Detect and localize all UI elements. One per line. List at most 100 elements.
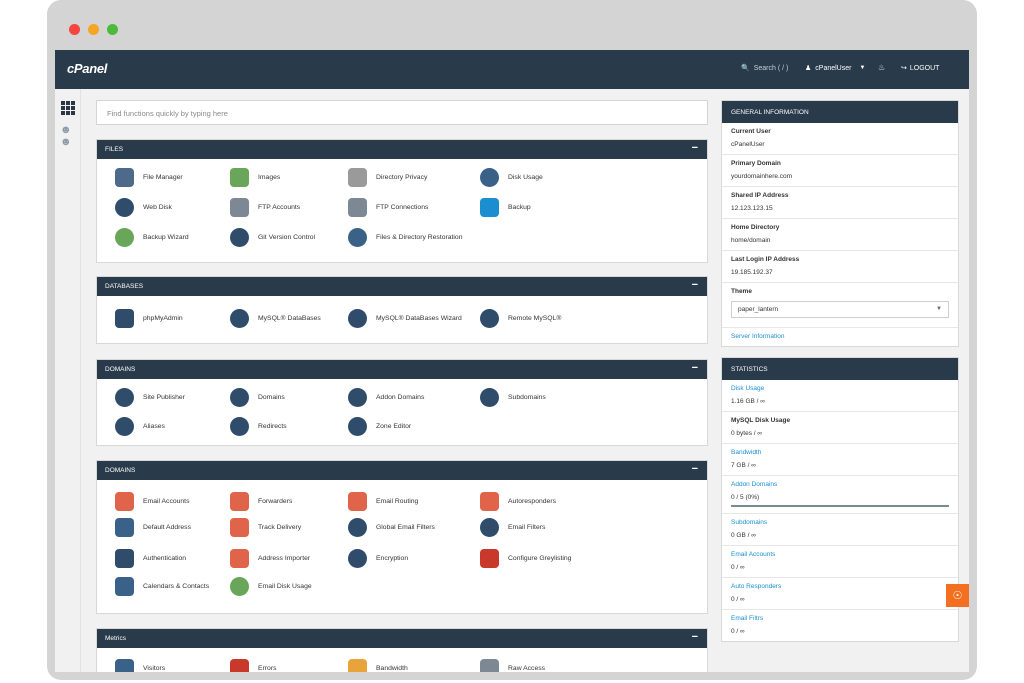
collapse-icon[interactable]: − — [692, 362, 698, 374]
tool-item[interactable]: File Manager — [115, 168, 183, 187]
statistic-label[interactable]: Disk Usage — [731, 385, 949, 392]
tool-item[interactable]: Files & Directory Restoration — [348, 228, 463, 247]
notifications-bell-icon[interactable]: ♨ — [878, 63, 885, 72]
zone-editor-icon — [348, 417, 367, 436]
tool-label: Web Disk — [143, 204, 172, 211]
tool-item[interactable]: Site Publisher — [115, 388, 185, 407]
tool-item[interactable]: Calendars & Contacts — [115, 577, 209, 596]
ftp-connections-icon — [348, 198, 367, 217]
tool-label: Images — [258, 174, 281, 181]
tool-item[interactable]: FTP Connections — [348, 198, 428, 217]
tool-item[interactable]: Email Accounts — [115, 492, 189, 511]
tool-item[interactable]: Raw Access — [480, 659, 545, 672]
tool-item[interactable]: Default Address — [115, 518, 191, 537]
tool-item[interactable]: Address Importer — [230, 549, 310, 568]
tool-item[interactable]: Disk Usage — [480, 168, 543, 187]
encryption-icon — [348, 549, 367, 568]
user-icon: ♟ — [805, 65, 812, 72]
collapse-icon[interactable]: − — [692, 463, 698, 475]
tool-item[interactable]: MySQL® DataBases Wizard — [348, 309, 462, 328]
help-lightbulb-button[interactable]: ☉ — [946, 584, 969, 607]
statistic-label[interactable]: Bandwidth — [731, 449, 949, 456]
tool-item[interactable]: FTP Accounts — [230, 198, 300, 217]
tool-item[interactable]: Global Email Filters — [348, 518, 435, 537]
email-routing-icon — [348, 492, 367, 511]
statistic-label[interactable]: Addon Domains — [731, 481, 949, 488]
collapse-icon[interactable]: − — [692, 631, 698, 643]
theme-select[interactable]: paper_lantern ▼ — [731, 301, 949, 318]
tool-item[interactable]: Encryption — [348, 549, 408, 568]
tool-item[interactable]: Images — [230, 168, 280, 187]
addon-domains-icon — [348, 388, 367, 407]
user-menu[interactable]: ♟ cPanelUser ▼ — [805, 64, 866, 73]
server-information-link[interactable]: Server Information — [731, 333, 949, 340]
tool-label: Global Email Filters — [376, 524, 435, 531]
tool-item[interactable]: Track Delivery — [230, 518, 301, 537]
cpanel-logo[interactable]: cPanel — [67, 61, 107, 76]
backup-icon — [480, 198, 499, 217]
tool-item[interactable]: Git Version Control — [230, 228, 315, 247]
tool-item[interactable]: MySQL® DataBases — [230, 309, 321, 328]
panel-databases-1: DATABASES − phpMyAdmin MySQL® DataBases MySQ… — [96, 276, 708, 344]
maximize-window-button[interactable] — [107, 24, 118, 35]
panel-header[interactable]: Metrics − — [97, 629, 707, 648]
tool-item[interactable]: phpMyAdmin — [115, 309, 183, 328]
forwarders-icon — [230, 492, 249, 511]
general-information-header: GENERAL INFORMATION — [722, 101, 958, 123]
statistic-label[interactable]: Auto Responders — [731, 583, 949, 590]
raw-access-icon — [480, 659, 499, 672]
users-icon[interactable]: ☻☻ — [60, 124, 80, 148]
close-window-button[interactable] — [69, 24, 80, 35]
logout-button[interactable]: ↪ LOGOUT — [901, 64, 939, 73]
statistic-label[interactable]: Email Filtrs — [731, 615, 949, 622]
panel-domains-3: DOMAINS − Email Accounts Forwarders Email Ro… — [96, 460, 708, 614]
tool-label: Email Disk Usage — [258, 583, 312, 590]
tool-label: Files & Directory Restoration — [376, 234, 463, 241]
current-user-label: Current User — [731, 128, 771, 135]
panel-header[interactable]: FILES − — [97, 140, 707, 159]
email-disk-icon — [230, 577, 249, 596]
tool-item[interactable]: Bandwidth — [348, 659, 408, 672]
tool-item[interactable]: Domains — [230, 388, 285, 407]
tools-grid-icon[interactable] — [61, 101, 75, 115]
collapse-icon[interactable]: − — [692, 279, 698, 291]
statistic-value: 0 GB / ∞ — [731, 532, 756, 539]
collapse-icon[interactable]: − — [692, 142, 698, 154]
panel-metrics-4: Metrics − Visitors Errors Bandwidth Raw Acces… — [96, 628, 708, 672]
panel-header[interactable]: DOMAINS − — [97, 360, 707, 379]
statistics-row: Bandwidth 7 GB / ∞ — [722, 444, 958, 476]
find-functions-input[interactable]: Find functions quickly by typing here — [96, 100, 708, 125]
tool-item[interactable]: Subdomains — [480, 388, 546, 407]
panel-header[interactable]: DOMAINS − — [97, 461, 707, 480]
tool-item[interactable]: Zone Editor — [348, 417, 411, 436]
tool-item[interactable]: Email Filters — [480, 518, 545, 537]
tool-item[interactable]: Errors — [230, 659, 277, 672]
tool-item[interactable]: Remote MySQL® — [480, 309, 561, 328]
tool-item[interactable]: Backup — [480, 198, 531, 217]
tool-label: Forwarders — [258, 498, 293, 505]
tool-item[interactable]: Backup Wizard — [115, 228, 189, 247]
tool-item[interactable]: Email Routing — [348, 492, 418, 511]
minimize-window-button[interactable] — [88, 24, 99, 35]
panel-header[interactable]: DATABASES − — [97, 277, 707, 296]
tool-item[interactable]: Addon Domains — [348, 388, 424, 407]
authentication-icon — [115, 549, 134, 568]
top-search-button[interactable]: 🔍 Search ( / ) — [741, 64, 788, 73]
tool-item[interactable]: Configure Greylisting — [480, 549, 571, 568]
tool-item[interactable]: Authentication — [115, 549, 186, 568]
tool-item[interactable]: Email Disk Usage — [230, 577, 312, 596]
tool-label: Backup — [508, 204, 531, 211]
tool-item[interactable]: Visitors — [115, 659, 165, 672]
tool-item[interactable]: Directory Privacy — [348, 168, 427, 187]
statistic-label[interactable]: Email Accounts — [731, 551, 949, 558]
tool-item[interactable]: Forwarders — [230, 492, 292, 511]
statistic-label[interactable]: Subdomains — [731, 519, 949, 526]
statistic-value: 1.16 GB / ∞ — [731, 398, 765, 405]
tool-label: Email Accounts — [143, 498, 190, 505]
tool-item[interactable]: Autoresponders — [480, 492, 556, 511]
chevron-down-icon: ▼ — [859, 65, 866, 71]
tool-item[interactable]: Web Disk — [115, 198, 172, 217]
tool-item[interactable]: Redirects — [230, 417, 287, 436]
default-address-icon — [115, 518, 134, 537]
tool-item[interactable]: Aliases — [115, 417, 165, 436]
